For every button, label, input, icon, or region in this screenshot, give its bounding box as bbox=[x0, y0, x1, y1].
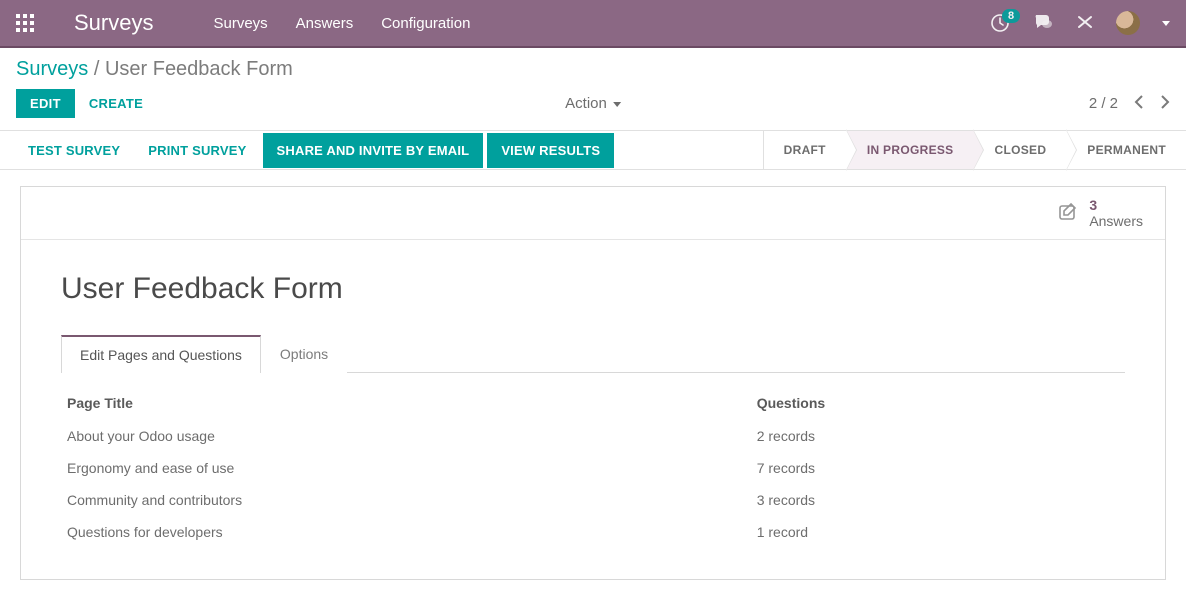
messaging-icon[interactable] bbox=[1032, 12, 1054, 35]
cell-page-title: Community and contributors bbox=[63, 485, 751, 515]
stage-draft[interactable]: DRAFT bbox=[763, 131, 846, 169]
share-invite-button[interactable]: SHARE AND INVITE BY EMAIL bbox=[263, 133, 484, 168]
notif-badge: 8 bbox=[1002, 9, 1020, 23]
table-row[interactable]: Questions for developers 1 record bbox=[63, 517, 1123, 547]
answers-label: Answers bbox=[1089, 213, 1143, 229]
answers-stat-button[interactable]: 3 Answers bbox=[1057, 197, 1143, 229]
edit-button[interactable]: EDIT bbox=[16, 89, 75, 118]
cell-questions: 7 records bbox=[753, 453, 1123, 483]
col-questions: Questions bbox=[753, 387, 1123, 419]
cell-page-title: Ergonomy and ease of use bbox=[63, 453, 751, 483]
debug-tools-icon[interactable] bbox=[1076, 13, 1094, 34]
topbar: Surveys Surveys Answers Configuration 8 bbox=[0, 0, 1186, 48]
tabstrip: Edit Pages and Questions Options bbox=[61, 334, 1125, 373]
statusbar-actions: TEST SURVEY PRINT SURVEY SHARE AND INVIT… bbox=[0, 131, 614, 169]
table-row[interactable]: Community and contributors 3 records bbox=[63, 485, 1123, 515]
cell-questions: 2 records bbox=[753, 421, 1123, 451]
cell-page-title: About your Odoo usage bbox=[63, 421, 751, 451]
sheet-body: User Feedback Form Edit Pages and Questi… bbox=[21, 240, 1165, 579]
user-menu-caret-icon[interactable] bbox=[1162, 21, 1170, 26]
tab-edit-pages[interactable]: Edit Pages and Questions bbox=[61, 335, 261, 373]
apps-launcher-icon[interactable] bbox=[16, 14, 34, 32]
stage-track: DRAFT IN PROGRESS CLOSED PERMANENT bbox=[763, 131, 1186, 169]
pager: 2 / 2 bbox=[1089, 95, 1170, 113]
cell-questions: 1 record bbox=[753, 517, 1123, 547]
form-title: User Feedback Form bbox=[61, 272, 1125, 306]
sheet-header: 3 Answers bbox=[21, 187, 1165, 240]
sheet-wrap: 3 Answers User Feedback Form Edit Pages … bbox=[0, 170, 1186, 596]
table-row[interactable]: Ergonomy and ease of use 7 records bbox=[63, 453, 1123, 483]
answers-count: 3 bbox=[1089, 197, 1143, 213]
cell-page-title: Questions for developers bbox=[63, 517, 751, 547]
activity-clock-icon[interactable]: 8 bbox=[990, 13, 1010, 33]
stage-in-progress[interactable]: IN PROGRESS bbox=[846, 131, 974, 169]
breadcrumb-current: User Feedback Form bbox=[105, 58, 293, 80]
view-results-button[interactable]: VIEW RESULTS bbox=[487, 133, 614, 168]
statusbar: TEST SURVEY PRINT SURVEY SHARE AND INVIT… bbox=[0, 130, 1186, 170]
pager-next-icon[interactable] bbox=[1160, 95, 1170, 113]
compose-icon bbox=[1057, 201, 1079, 226]
form-sheet: 3 Answers User Feedback Form Edit Pages … bbox=[20, 186, 1166, 580]
menu-answers[interactable]: Answers bbox=[296, 15, 354, 32]
col-page-title: Page Title bbox=[63, 387, 751, 419]
tab-options[interactable]: Options bbox=[261, 335, 347, 373]
app-brand: Surveys bbox=[74, 10, 153, 36]
stage-permanent[interactable]: PERMANENT bbox=[1066, 131, 1186, 169]
pages-table: Page Title Questions About your Odoo usa… bbox=[61, 385, 1125, 549]
print-survey-button[interactable]: PRINT SURVEY bbox=[136, 133, 258, 168]
topbar-right: 8 bbox=[990, 11, 1170, 35]
user-avatar[interactable] bbox=[1116, 11, 1140, 35]
menu-configuration[interactable]: Configuration bbox=[381, 15, 470, 32]
pager-prev-icon[interactable] bbox=[1134, 95, 1144, 113]
test-survey-button[interactable]: TEST SURVEY bbox=[16, 133, 132, 168]
table-row[interactable]: About your Odoo usage 2 records bbox=[63, 421, 1123, 451]
pager-count: 2 / 2 bbox=[1089, 95, 1118, 112]
top-menu: Surveys Answers Configuration bbox=[213, 15, 470, 32]
action-dropdown[interactable]: Action bbox=[565, 95, 621, 112]
cell-questions: 3 records bbox=[753, 485, 1123, 515]
stage-closed[interactable]: CLOSED bbox=[973, 131, 1066, 169]
menu-surveys[interactable]: Surveys bbox=[213, 15, 267, 32]
control-row: EDIT CREATE Action 2 / 2 bbox=[0, 85, 1186, 130]
breadcrumb: Surveys / User Feedback Form bbox=[0, 48, 1186, 85]
create-button[interactable]: CREATE bbox=[75, 89, 157, 118]
breadcrumb-root[interactable]: Surveys bbox=[16, 58, 88, 80]
